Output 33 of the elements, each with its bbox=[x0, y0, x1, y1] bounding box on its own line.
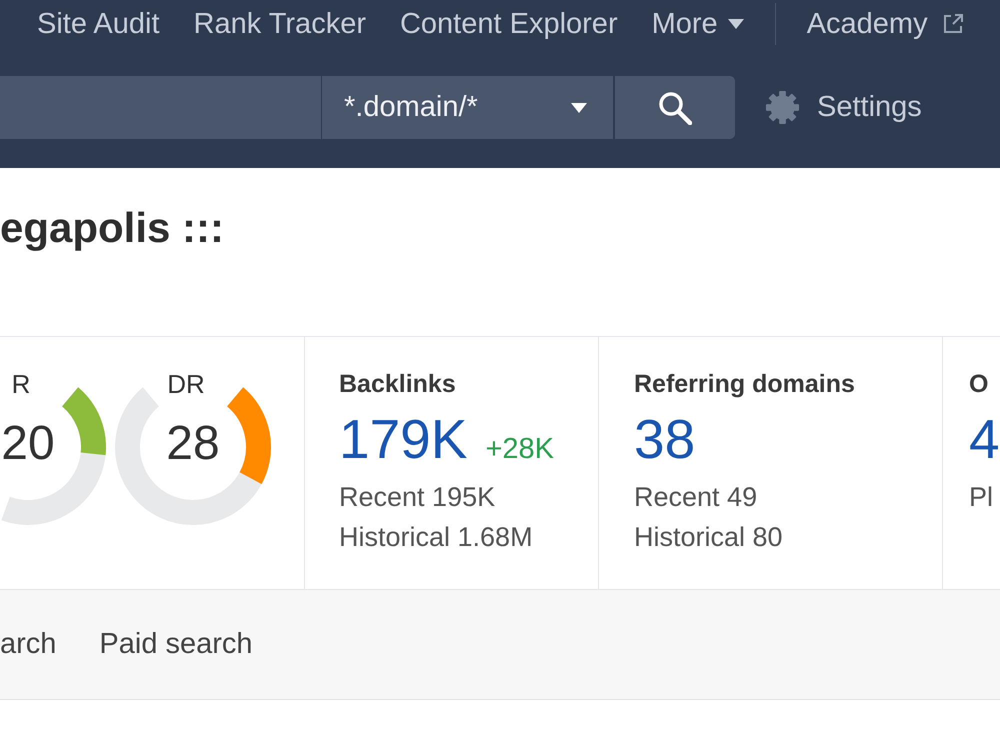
search-button[interactable] bbox=[615, 76, 735, 139]
nav-link[interactable]: Content Explorer bbox=[400, 8, 618, 40]
metric-detail: Pl bbox=[969, 481, 994, 514]
search-icon bbox=[658, 90, 692, 124]
caret-icon bbox=[571, 102, 587, 112]
nav-menu[interactable]: More bbox=[652, 8, 744, 40]
metric-label: O bbox=[969, 369, 990, 399]
metric-value: 4 bbox=[969, 409, 1000, 469]
nav-link[interactable]: Rank Tracker bbox=[194, 8, 366, 40]
tab[interactable]: Paid search bbox=[99, 628, 253, 661]
metric-detail: Historical 80 bbox=[634, 521, 784, 554]
metric-label: Referring domains bbox=[634, 369, 856, 399]
metric-detail: Recent 195K bbox=[339, 481, 496, 514]
metric-label: Backlinks bbox=[339, 369, 457, 399]
settings-icon bbox=[765, 90, 800, 125]
nav-link[interactable]: Site Audit bbox=[37, 8, 160, 40]
settings-button[interactable]: Settings bbox=[765, 90, 922, 125]
gauge-label: R bbox=[12, 369, 30, 399]
mode-dropdown[interactable]: *.domain/* bbox=[322, 76, 613, 139]
tab[interactable]: arch bbox=[0, 628, 56, 661]
gauge-value: 28 bbox=[166, 416, 220, 472]
metric-change: +28K bbox=[485, 433, 554, 466]
search-input[interactable] bbox=[0, 76, 321, 139]
gauge-label: DR bbox=[167, 369, 205, 399]
page-title: egapolis ::: bbox=[0, 203, 226, 253]
metric-value: 179K bbox=[339, 409, 468, 469]
metric-detail: Recent 49 bbox=[634, 481, 758, 514]
caret-icon bbox=[728, 19, 744, 29]
metric-value: 38 bbox=[634, 409, 696, 469]
metric-detail: Historical 1.68M bbox=[339, 521, 534, 554]
external-link-icon bbox=[942, 13, 964, 35]
academy-link[interactable]: Academy bbox=[806, 8, 964, 40]
gauge-value: 20 bbox=[1, 416, 55, 472]
